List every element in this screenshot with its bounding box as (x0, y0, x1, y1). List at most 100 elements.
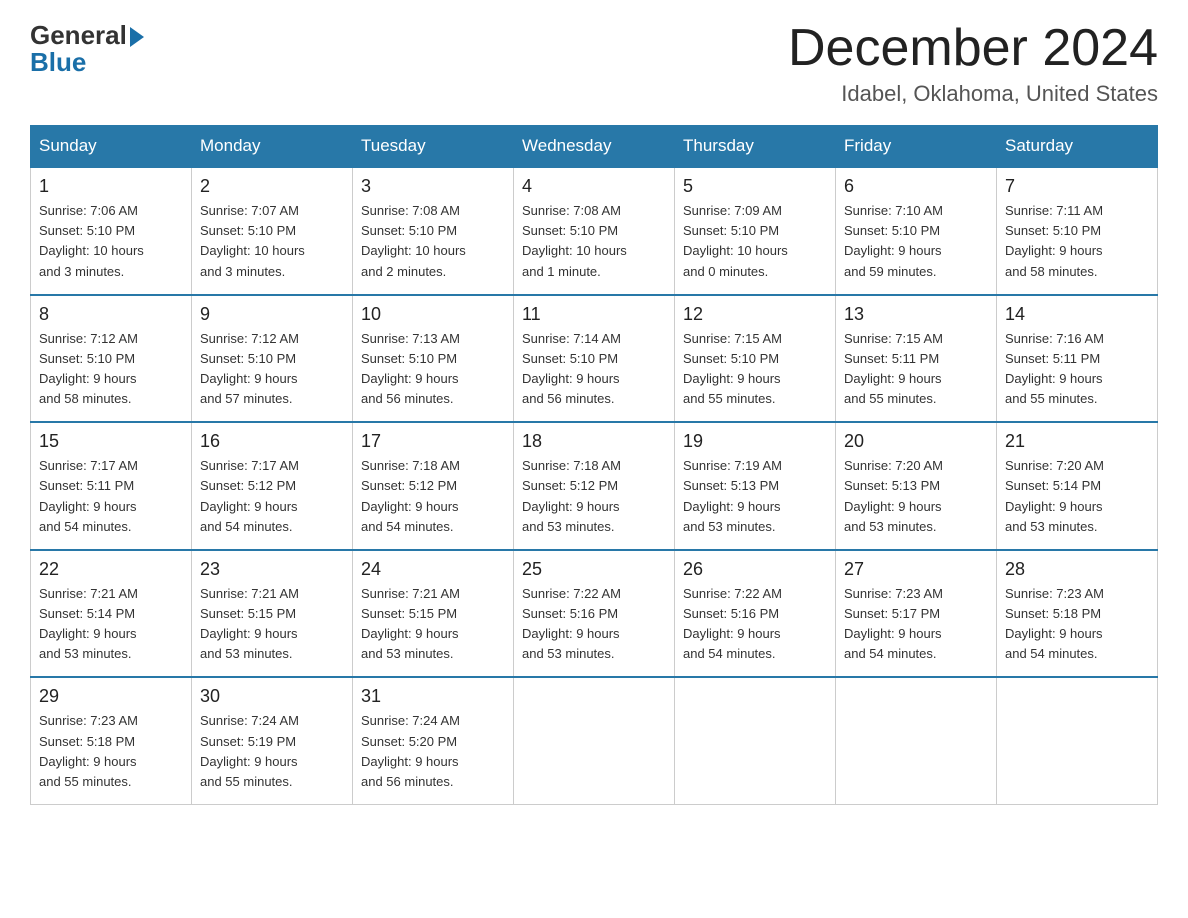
day-number: 16 (200, 431, 344, 452)
day-info: Sunrise: 7:11 AMSunset: 5:10 PMDaylight:… (1005, 201, 1149, 282)
day-info: Sunrise: 7:14 AMSunset: 5:10 PMDaylight:… (522, 329, 666, 410)
calendar-day-cell (514, 677, 675, 804)
day-info: Sunrise: 7:17 AMSunset: 5:11 PMDaylight:… (39, 456, 183, 537)
calendar-day-cell: 24 Sunrise: 7:21 AMSunset: 5:15 PMDaylig… (353, 550, 514, 678)
calendar-day-cell: 11 Sunrise: 7:14 AMSunset: 5:10 PMDaylig… (514, 295, 675, 423)
day-number: 12 (683, 304, 827, 325)
logo: General Blue (30, 20, 144, 78)
col-header-wednesday: Wednesday (514, 126, 675, 168)
calendar-week-row: 8 Sunrise: 7:12 AMSunset: 5:10 PMDayligh… (31, 295, 1158, 423)
day-number: 24 (361, 559, 505, 580)
day-info: Sunrise: 7:18 AMSunset: 5:12 PMDaylight:… (361, 456, 505, 537)
day-number: 22 (39, 559, 183, 580)
day-number: 19 (683, 431, 827, 452)
col-header-thursday: Thursday (675, 126, 836, 168)
location-title: Idabel, Oklahoma, United States (788, 81, 1158, 107)
day-info: Sunrise: 7:22 AMSunset: 5:16 PMDaylight:… (522, 584, 666, 665)
day-info: Sunrise: 7:22 AMSunset: 5:16 PMDaylight:… (683, 584, 827, 665)
day-number: 29 (39, 686, 183, 707)
calendar-day-cell: 27 Sunrise: 7:23 AMSunset: 5:17 PMDaylig… (836, 550, 997, 678)
calendar-day-cell: 22 Sunrise: 7:21 AMSunset: 5:14 PMDaylig… (31, 550, 192, 678)
logo-triangle-icon (130, 27, 144, 47)
day-info: Sunrise: 7:10 AMSunset: 5:10 PMDaylight:… (844, 201, 988, 282)
day-info: Sunrise: 7:23 AMSunset: 5:18 PMDaylight:… (1005, 584, 1149, 665)
calendar-day-cell: 3 Sunrise: 7:08 AMSunset: 5:10 PMDayligh… (353, 167, 514, 295)
calendar-day-cell: 8 Sunrise: 7:12 AMSunset: 5:10 PMDayligh… (31, 295, 192, 423)
day-number: 11 (522, 304, 666, 325)
calendar-day-cell: 12 Sunrise: 7:15 AMSunset: 5:10 PMDaylig… (675, 295, 836, 423)
day-info: Sunrise: 7:24 AMSunset: 5:20 PMDaylight:… (361, 711, 505, 792)
day-number: 26 (683, 559, 827, 580)
calendar-week-row: 29 Sunrise: 7:23 AMSunset: 5:18 PMDaylig… (31, 677, 1158, 804)
day-info: Sunrise: 7:15 AMSunset: 5:11 PMDaylight:… (844, 329, 988, 410)
col-header-sunday: Sunday (31, 126, 192, 168)
calendar-week-row: 1 Sunrise: 7:06 AMSunset: 5:10 PMDayligh… (31, 167, 1158, 295)
calendar-day-cell: 14 Sunrise: 7:16 AMSunset: 5:11 PMDaylig… (997, 295, 1158, 423)
logo-blue-text: Blue (30, 47, 86, 78)
day-number: 18 (522, 431, 666, 452)
calendar-day-cell: 28 Sunrise: 7:23 AMSunset: 5:18 PMDaylig… (997, 550, 1158, 678)
calendar-day-cell: 1 Sunrise: 7:06 AMSunset: 5:10 PMDayligh… (31, 167, 192, 295)
calendar-day-cell: 23 Sunrise: 7:21 AMSunset: 5:15 PMDaylig… (192, 550, 353, 678)
day-info: Sunrise: 7:17 AMSunset: 5:12 PMDaylight:… (200, 456, 344, 537)
calendar-day-cell: 30 Sunrise: 7:24 AMSunset: 5:19 PMDaylig… (192, 677, 353, 804)
calendar-day-cell: 7 Sunrise: 7:11 AMSunset: 5:10 PMDayligh… (997, 167, 1158, 295)
day-number: 2 (200, 176, 344, 197)
day-info: Sunrise: 7:19 AMSunset: 5:13 PMDaylight:… (683, 456, 827, 537)
page-header: General Blue December 2024 Idabel, Oklah… (30, 20, 1158, 107)
month-title: December 2024 (788, 20, 1158, 77)
day-info: Sunrise: 7:20 AMSunset: 5:14 PMDaylight:… (1005, 456, 1149, 537)
calendar-day-cell: 13 Sunrise: 7:15 AMSunset: 5:11 PMDaylig… (836, 295, 997, 423)
title-section: December 2024 Idabel, Oklahoma, United S… (788, 20, 1158, 107)
day-number: 31 (361, 686, 505, 707)
day-number: 3 (361, 176, 505, 197)
day-number: 10 (361, 304, 505, 325)
col-header-monday: Monday (192, 126, 353, 168)
day-info: Sunrise: 7:15 AMSunset: 5:10 PMDaylight:… (683, 329, 827, 410)
calendar-day-cell: 18 Sunrise: 7:18 AMSunset: 5:12 PMDaylig… (514, 422, 675, 550)
day-info: Sunrise: 7:21 AMSunset: 5:14 PMDaylight:… (39, 584, 183, 665)
day-number: 14 (1005, 304, 1149, 325)
calendar-day-cell: 31 Sunrise: 7:24 AMSunset: 5:20 PMDaylig… (353, 677, 514, 804)
day-number: 4 (522, 176, 666, 197)
calendar-day-cell: 4 Sunrise: 7:08 AMSunset: 5:10 PMDayligh… (514, 167, 675, 295)
day-info: Sunrise: 7:08 AMSunset: 5:10 PMDaylight:… (361, 201, 505, 282)
calendar-day-cell: 21 Sunrise: 7:20 AMSunset: 5:14 PMDaylig… (997, 422, 1158, 550)
day-number: 5 (683, 176, 827, 197)
calendar-day-cell: 26 Sunrise: 7:22 AMSunset: 5:16 PMDaylig… (675, 550, 836, 678)
calendar-day-cell (997, 677, 1158, 804)
day-number: 23 (200, 559, 344, 580)
day-info: Sunrise: 7:06 AMSunset: 5:10 PMDaylight:… (39, 201, 183, 282)
calendar-day-cell: 20 Sunrise: 7:20 AMSunset: 5:13 PMDaylig… (836, 422, 997, 550)
day-info: Sunrise: 7:21 AMSunset: 5:15 PMDaylight:… (200, 584, 344, 665)
day-info: Sunrise: 7:18 AMSunset: 5:12 PMDaylight:… (522, 456, 666, 537)
day-number: 28 (1005, 559, 1149, 580)
day-info: Sunrise: 7:23 AMSunset: 5:17 PMDaylight:… (844, 584, 988, 665)
day-number: 7 (1005, 176, 1149, 197)
day-number: 17 (361, 431, 505, 452)
day-info: Sunrise: 7:20 AMSunset: 5:13 PMDaylight:… (844, 456, 988, 537)
calendar-day-cell: 6 Sunrise: 7:10 AMSunset: 5:10 PMDayligh… (836, 167, 997, 295)
day-info: Sunrise: 7:24 AMSunset: 5:19 PMDaylight:… (200, 711, 344, 792)
calendar-week-row: 22 Sunrise: 7:21 AMSunset: 5:14 PMDaylig… (31, 550, 1158, 678)
calendar-day-cell: 16 Sunrise: 7:17 AMSunset: 5:12 PMDaylig… (192, 422, 353, 550)
day-info: Sunrise: 7:23 AMSunset: 5:18 PMDaylight:… (39, 711, 183, 792)
day-number: 15 (39, 431, 183, 452)
calendar-week-row: 15 Sunrise: 7:17 AMSunset: 5:11 PMDaylig… (31, 422, 1158, 550)
col-header-friday: Friday (836, 126, 997, 168)
calendar-day-cell: 29 Sunrise: 7:23 AMSunset: 5:18 PMDaylig… (31, 677, 192, 804)
day-number: 21 (1005, 431, 1149, 452)
day-info: Sunrise: 7:12 AMSunset: 5:10 PMDaylight:… (39, 329, 183, 410)
day-number: 13 (844, 304, 988, 325)
day-info: Sunrise: 7:21 AMSunset: 5:15 PMDaylight:… (361, 584, 505, 665)
day-info: Sunrise: 7:13 AMSunset: 5:10 PMDaylight:… (361, 329, 505, 410)
day-number: 8 (39, 304, 183, 325)
day-number: 20 (844, 431, 988, 452)
day-number: 1 (39, 176, 183, 197)
calendar-day-cell: 10 Sunrise: 7:13 AMSunset: 5:10 PMDaylig… (353, 295, 514, 423)
calendar-day-cell: 5 Sunrise: 7:09 AMSunset: 5:10 PMDayligh… (675, 167, 836, 295)
day-info: Sunrise: 7:16 AMSunset: 5:11 PMDaylight:… (1005, 329, 1149, 410)
col-header-saturday: Saturday (997, 126, 1158, 168)
calendar-day-cell (836, 677, 997, 804)
calendar-header-row: SundayMondayTuesdayWednesdayThursdayFrid… (31, 126, 1158, 168)
